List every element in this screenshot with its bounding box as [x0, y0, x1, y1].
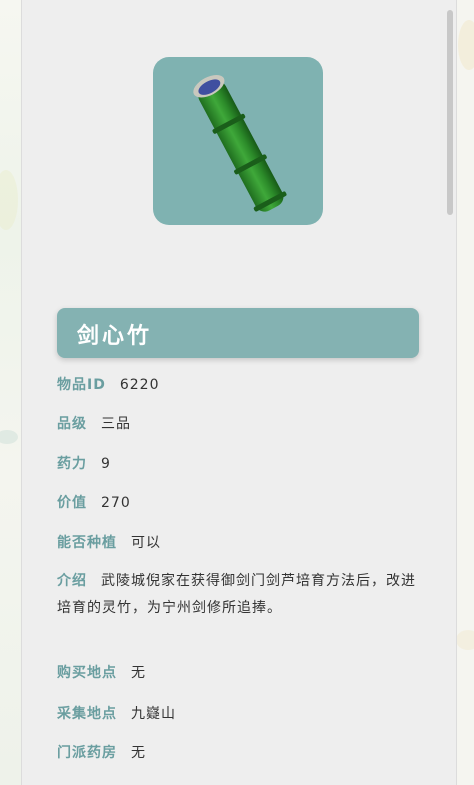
- field-value: 6220: [119, 377, 160, 393]
- item-name: 剑心竹: [77, 323, 153, 349]
- decor-blob: [458, 20, 474, 70]
- field-label: 品级: [57, 416, 87, 432]
- decor-blob: [0, 430, 18, 444]
- field-label: 门派药房: [57, 745, 117, 761]
- field-label: 药力: [57, 456, 87, 472]
- green-bamboo-icon: [193, 74, 287, 212]
- field-value: 武陵城倪家在获得御剑门剑芦培育方法后，改进培育的灵竹，为宁州剑修所追捧。: [57, 573, 416, 616]
- item-detail-card: 剑心竹 物品ID 6220 品级 三品 药力 9 价值 270 能否种植 可以 介绍 武陵城…: [21, 0, 457, 785]
- background-left: [0, 0, 22, 785]
- field-sect-herb-room: 门派药房无: [57, 740, 417, 766]
- item-title-bar: 剑心竹: [57, 308, 419, 358]
- field-plantable: 能否种植 可以: [57, 530, 417, 556]
- field-potency: 药力 9: [57, 451, 417, 477]
- decor-blob: [0, 170, 18, 230]
- background-right: [454, 0, 474, 785]
- field-label: 采集地点: [57, 706, 117, 722]
- field-value: 270: [101, 495, 131, 511]
- field-gather-location: 采集地点 九嶷山: [57, 701, 417, 727]
- field-value: 可以: [131, 535, 161, 551]
- field-buy-location: 购买地点无: [57, 660, 417, 686]
- field-id: 物品ID 6220: [57, 372, 417, 398]
- field-label: 购买地点: [57, 665, 117, 681]
- scrollbar[interactable]: [447, 10, 453, 215]
- field-value: 九嶷山: [131, 706, 176, 722]
- field-label: 能否种植: [57, 535, 117, 551]
- field-label: 物品ID: [57, 377, 106, 393]
- field-label: 价值: [57, 495, 87, 511]
- decor-blob: [456, 630, 474, 650]
- field-value: 三品: [101, 416, 131, 432]
- item-image: [153, 57, 323, 225]
- field-value: 无: [131, 745, 146, 761]
- field-price: 价值 270: [57, 490, 417, 516]
- field-value: 无: [131, 665, 146, 681]
- field-grade: 品级 三品: [57, 411, 417, 437]
- field-intro: 介绍 武陵城倪家在获得御剑门剑芦培育方法后，改进培育的灵竹，为宁州剑修所追捧。: [57, 568, 417, 622]
- field-value: 9: [101, 456, 111, 472]
- field-label: 介绍: [57, 573, 87, 589]
